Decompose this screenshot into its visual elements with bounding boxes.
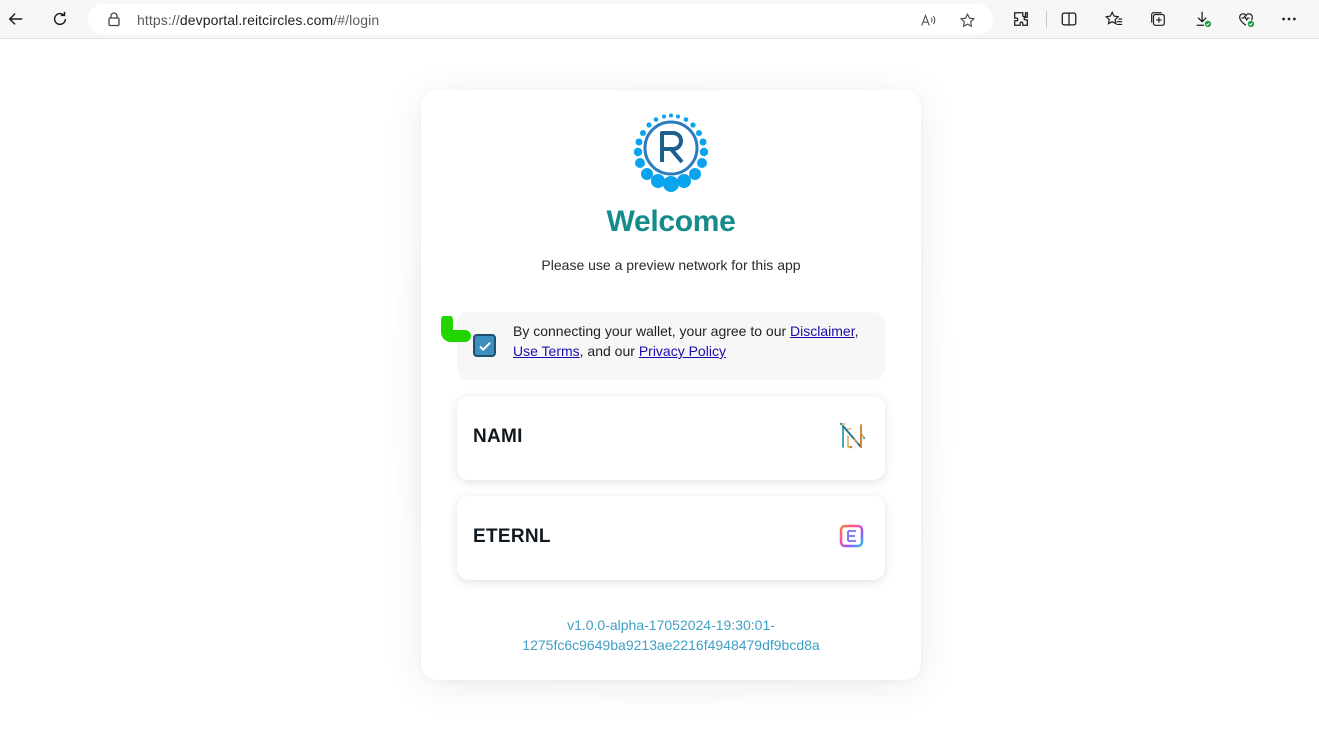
- eternl-icon: [839, 524, 864, 548]
- split-screen-icon[interactable]: [1055, 5, 1083, 33]
- wallet-label: NAMI: [473, 426, 523, 447]
- subtitle: Please use a preview network for this ap…: [541, 257, 801, 273]
- back-arrow-icon[interactable]: [2, 5, 30, 33]
- nami-icon: [839, 422, 866, 449]
- url-text[interactable]: https://devportal.reitcircles.com/#/logi…: [137, 12, 379, 28]
- consent-checkbox[interactable]: [473, 334, 496, 357]
- disclaimer-link[interactable]: Disclaimer: [790, 323, 855, 339]
- privacy-policy-link[interactable]: Privacy Policy: [639, 343, 726, 359]
- more-menu-icon[interactable]: [1275, 5, 1303, 33]
- lock-icon: [108, 12, 120, 27]
- eternl-wallet-button[interactable]: ETERNL: [457, 496, 885, 580]
- browser-essentials-icon[interactable]: [1232, 5, 1260, 33]
- refresh-icon[interactable]: [46, 5, 74, 33]
- version-line-2: 1275fc6c9649ba9213ae2216f4948479df9bcd8a: [522, 637, 820, 653]
- browser-toolbar: https://devportal.reitcircles.com/#/logi…: [0, 0, 1319, 39]
- reitcircles-logo: [633, 113, 709, 192]
- use-terms-link[interactable]: Use Terms: [513, 343, 580, 359]
- toolbar-separator: [1046, 11, 1047, 28]
- pointer-marker-icon: [441, 316, 471, 342]
- wallet-label: ETERNL: [473, 526, 551, 547]
- page-title: Welcome: [606, 205, 736, 238]
- version-line-1: v1.0.0-alpha-17052024-19:30:01-: [567, 617, 775, 633]
- downloads-icon[interactable]: [1189, 5, 1217, 33]
- version-info: v1.0.0-alpha-17052024-19:30:01- 1275fc6c…: [421, 615, 921, 655]
- favorites-icon[interactable]: [1100, 5, 1128, 33]
- consent-box: By connecting your wallet, your agree to…: [441, 312, 885, 380]
- address-bar[interactable]: https://devportal.reitcircles.com/#/logi…: [88, 4, 993, 35]
- checkmark-icon: [478, 341, 491, 351]
- login-card: Welcome Please use a preview network for…: [421, 90, 921, 680]
- collections-icon[interactable]: [1144, 5, 1172, 33]
- nami-wallet-button[interactable]: NAMI: [457, 396, 885, 480]
- consent-text: By connecting your wallet, your agree to…: [513, 323, 859, 359]
- extensions-icon[interactable]: [1007, 5, 1035, 33]
- favorite-star-icon[interactable]: [957, 10, 977, 30]
- read-aloud-icon[interactable]: [918, 10, 938, 30]
